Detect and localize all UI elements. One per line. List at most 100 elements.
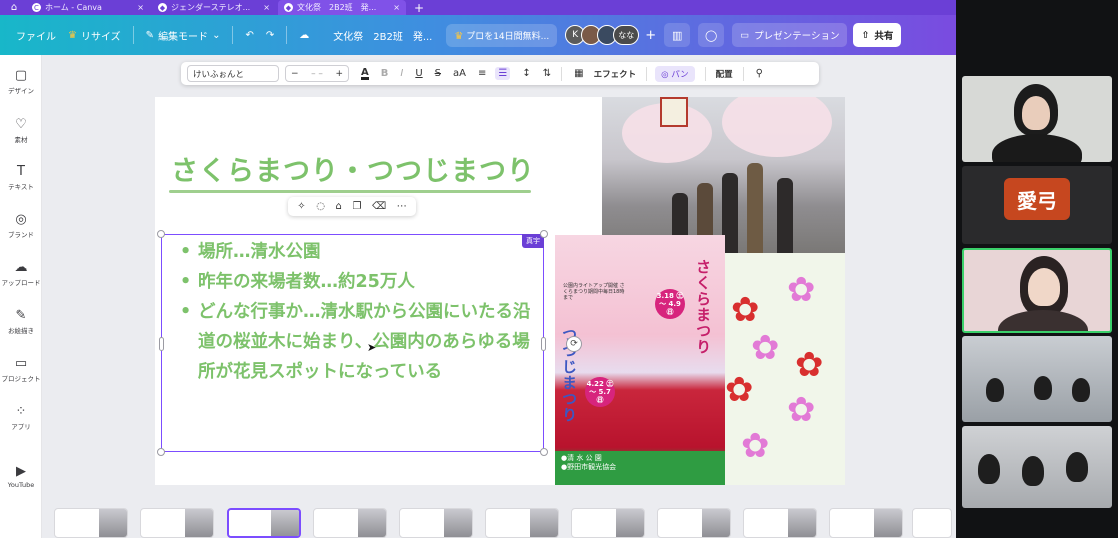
file-menu-button[interactable]: ファイル xyxy=(10,24,62,47)
resize-handle[interactable] xyxy=(540,230,548,238)
bullet-list-icon[interactable]: ☰ xyxy=(495,67,511,80)
resize-handle[interactable] xyxy=(541,337,546,351)
video-tile-classroom[interactable] xyxy=(962,336,1112,422)
page-thumbnail[interactable] xyxy=(657,508,731,538)
sidebar-item-design[interactable]: ▢ デザイン xyxy=(0,69,42,96)
slides-favicon-icon: ◆ xyxy=(284,3,293,12)
sidebar-item-label: プロジェクト xyxy=(1,375,41,383)
undo-button[interactable]: ↶ xyxy=(239,26,259,45)
page-thumbnail[interactable] xyxy=(829,508,903,538)
page-thumbnail[interactable] xyxy=(54,508,128,538)
text-color-icon[interactable]: A xyxy=(361,67,369,80)
document-title[interactable]: 文化祭 2B2班 発... xyxy=(333,28,432,43)
page-thumbnail-current[interactable] xyxy=(227,508,301,538)
sidebar-item-upload[interactable]: ☁ アップロード xyxy=(0,261,42,288)
sidebar-item-text[interactable]: T テキスト xyxy=(0,165,42,192)
spacing-icon[interactable]: ↕ xyxy=(522,68,530,79)
magic-edit-icon[interactable]: ✧ xyxy=(297,201,305,212)
font-size-value[interactable]: – – xyxy=(311,69,323,79)
page-thumbnail[interactable] xyxy=(399,508,473,538)
resize-handle[interactable] xyxy=(157,230,165,238)
page-thumbnail[interactable] xyxy=(140,508,214,538)
poster-footer: ●清 水 公 園 ●野田市観光協会 xyxy=(555,451,725,485)
sidebar-item-label: 素材 xyxy=(14,136,28,144)
sidebar-item-projects[interactable]: ▭ プロジェクト xyxy=(0,357,42,384)
sidebar-item-elements[interactable]: ♡ 素材 xyxy=(0,118,42,145)
thumbnail-image xyxy=(444,509,472,537)
tab-title: 文化祭 2B2班 発... xyxy=(297,3,377,12)
trash-icon[interactable]: ⌫ xyxy=(372,201,386,212)
page-thumbnail[interactable] xyxy=(912,508,952,538)
festival-photo[interactable] xyxy=(602,97,845,253)
crown-icon: ♛ xyxy=(68,29,77,41)
resize-handle[interactable] xyxy=(540,448,548,456)
video-tile-classroom[interactable] xyxy=(962,426,1112,508)
font-size-stepper[interactable]: − – – + xyxy=(285,65,349,82)
person-shape xyxy=(1022,456,1044,486)
lock-icon[interactable]: ⌂ xyxy=(336,201,342,212)
close-icon[interactable]: × xyxy=(263,3,270,12)
cloud-save-button[interactable]: ☁ xyxy=(293,26,315,45)
align-icon[interactable]: ≡ xyxy=(478,68,486,79)
browser-tab-gender[interactable]: ◆ ジェンダーステレオ... × xyxy=(152,0,276,15)
browser-tab-canva-home[interactable]: C ホーム - Canva × xyxy=(26,0,150,15)
list-item[interactable]: 場所…清水公園 xyxy=(180,237,545,267)
presentation-button[interactable]: ▭ プレゼンテーション xyxy=(732,23,848,47)
flower-illustration[interactable]: ✿ ✿ ✿ ✿ ✿ ✿ ✿ xyxy=(725,253,845,485)
italic-icon[interactable]: I xyxy=(400,68,403,79)
video-tile[interactable] xyxy=(962,76,1112,162)
page-thumbnail[interactable] xyxy=(485,508,559,538)
close-icon[interactable]: × xyxy=(137,3,144,12)
transparency-icon[interactable]: ▦ xyxy=(574,68,583,79)
video-tile-name[interactable]: 愛弓 xyxy=(962,166,1112,244)
share-button[interactable]: ⇧ 共有 xyxy=(853,23,902,47)
selected-text-box[interactable]: 真宇 場所…清水公園 昨年の来場者数…約25万人 どんな行事か…清水駅から公園に… xyxy=(157,230,548,456)
sidebar-item-brand[interactable]: ◎ ブランド xyxy=(0,213,42,240)
bold-icon[interactable]: B xyxy=(381,68,389,79)
effects-button[interactable]: エフェクト xyxy=(594,68,637,80)
underline-icon[interactable]: U xyxy=(415,68,422,79)
browser-tab-bunkasai[interactable]: ◆ 文化祭 2B2班 発... × xyxy=(278,0,406,15)
redo-button[interactable]: ↷ xyxy=(260,26,280,45)
page-thumbnail[interactable] xyxy=(743,508,817,538)
letter-case-icon[interactable]: aA xyxy=(453,68,466,79)
strikethrough-icon[interactable]: S xyxy=(435,68,441,79)
vertical-text-icon[interactable]: ⇅ xyxy=(543,68,551,79)
text-format-toolbar: けいふぉんと − – – + A B I U S aA ≡ ☰ ↕ ⇅ ▦ エフ… xyxy=(181,62,819,85)
person-face-shape xyxy=(1028,268,1060,306)
list-item[interactable]: どんな行事か…清水駅から公園にいたる沿道の桜並木に始まり、公園内のあらゆる場所が… xyxy=(180,297,545,387)
duplicate-icon[interactable]: ❐ xyxy=(352,201,361,212)
pro-trial-button[interactable]: ♛ プロを14日間無料... xyxy=(446,23,558,47)
home-icon[interactable]: ⌂ xyxy=(4,1,24,14)
paint-format-icon[interactable]: ⚲ xyxy=(756,68,763,79)
sidebar-item-youtube[interactable]: ▶ YouTube xyxy=(0,465,42,490)
sidebar-item-apps[interactable]: ⁘ アプリ xyxy=(0,405,42,432)
page-thumbnail[interactable] xyxy=(571,508,645,538)
resize-handle[interactable] xyxy=(159,337,164,351)
decrease-size-button[interactable]: − xyxy=(291,69,299,79)
close-icon[interactable]: × xyxy=(393,3,400,12)
font-family-select[interactable]: けいふぉんと xyxy=(187,65,279,82)
avatar[interactable]: なな xyxy=(613,25,640,45)
poster-footer-line: ●清 水 公 園 xyxy=(561,454,602,462)
edit-mode-button[interactable]: ✎ 編集モード ⌄ xyxy=(140,24,227,47)
resize-button[interactable]: ♛ リサイズ xyxy=(62,24,127,47)
page-thumbnail[interactable] xyxy=(313,508,387,538)
new-tab-button[interactable]: + xyxy=(408,1,430,15)
increase-size-button[interactable]: + xyxy=(335,69,343,79)
add-collaborator-button[interactable]: + xyxy=(645,28,656,43)
chart-icon[interactable]: ▥ xyxy=(664,23,691,47)
bullet-list[interactable]: 場所…清水公園 昨年の来場者数…約25万人 どんな行事か…清水駅から公園にいたる… xyxy=(180,237,545,387)
arrange-button[interactable]: 配置 xyxy=(716,68,733,80)
comment-icon[interactable]: ◌ xyxy=(316,201,325,212)
comment-icon[interactable]: ◯ xyxy=(698,23,725,47)
video-tile-speaking[interactable] xyxy=(962,248,1112,333)
more-icon[interactable]: ⋯ xyxy=(397,201,407,212)
pan-animation-button[interactable]: ◎ パン xyxy=(655,65,695,82)
list-item[interactable]: 昨年の来場者数…約25万人 xyxy=(180,267,545,297)
rotate-icon[interactable]: ⟳ xyxy=(566,336,582,352)
slide-title[interactable]: さくらまつり・つつじまつり xyxy=(171,149,535,188)
sidebar-item-draw[interactable]: ✎ お絵描き xyxy=(0,309,42,336)
festival-poster[interactable]: 公園内ライトアップ開催 さくらまつり期間中毎日18時まで 3.18 ㊏ 〜 4.… xyxy=(555,235,725,485)
resize-handle[interactable] xyxy=(157,448,165,456)
